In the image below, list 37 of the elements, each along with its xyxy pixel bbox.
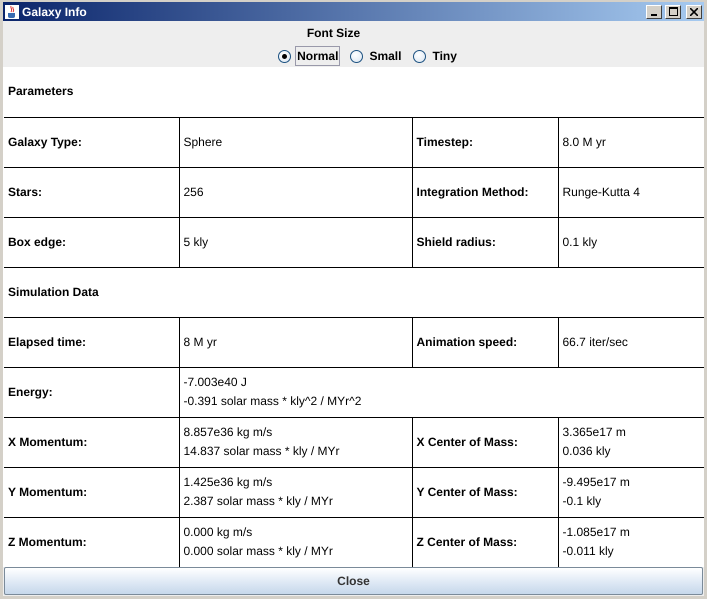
field-label: Y Momentum: (4, 467, 179, 517)
field-value: 1.425e36 kg m/s 2.387 solar mass * kly / MYr (179, 467, 412, 517)
field-label: X Center of Mass: (412, 417, 558, 467)
field-label: Animation speed: (412, 317, 558, 367)
maximize-icon (668, 7, 678, 16)
field-value: Sphere (179, 117, 412, 167)
minimize-icon (651, 14, 657, 16)
field-value: 8 M yr (179, 317, 412, 367)
field-label: Timestep: (412, 117, 558, 167)
close-button[interactable]: Close (4, 567, 703, 595)
radio-button[interactable] (350, 50, 364, 62)
radio-button[interactable] (278, 50, 292, 62)
radio-label[interactable]: Normal (295, 46, 340, 66)
close-button[interactable] (686, 4, 702, 18)
section-heading: Simulation Data (4, 267, 704, 317)
radio-label[interactable]: Tiny (430, 46, 459, 66)
window-title: Galaxy Info (22, 4, 87, 20)
field-label: Elapsed time: (4, 317, 179, 367)
field-label: Stars: (4, 167, 179, 217)
field-label: X Momentum: (4, 417, 179, 467)
section-heading: Parameters (4, 67, 704, 117)
radio-label[interactable]: Small (367, 46, 404, 66)
field-label: Energy: (4, 367, 179, 417)
field-label: Box edge: (4, 217, 179, 267)
minimize-button[interactable] (646, 4, 662, 18)
radio-button[interactable] (413, 50, 426, 62)
field-label: Y Center of Mass: (412, 467, 558, 517)
maximize-button[interactable] (665, 4, 681, 18)
field-value: 5 kly (179, 217, 412, 267)
field-label: Integration Method: (412, 167, 558, 217)
field-value: 8.857e36 kg m/s 14.837 solar mass * kly / MYr (179, 417, 412, 467)
field-value: 256 (179, 167, 412, 217)
field-label: Galaxy Type: (4, 117, 179, 167)
close-icon (690, 8, 698, 16)
group-label: Font Size (306, 25, 360, 42)
app-icon (5, 4, 19, 18)
field-label: Shield radius: (412, 217, 558, 267)
